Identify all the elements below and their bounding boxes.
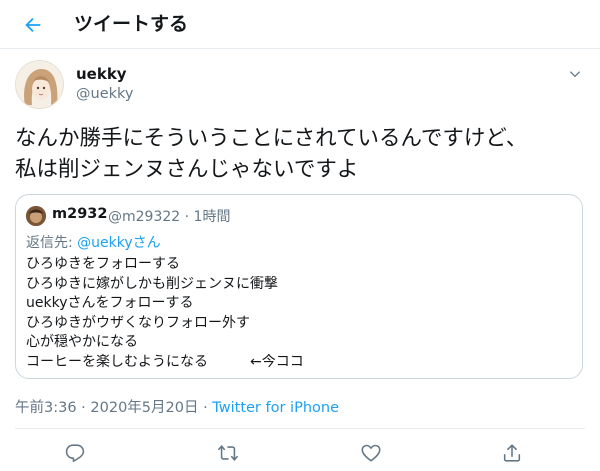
reply-icon — [65, 444, 85, 463]
tweet-text-line: なんか勝手にそういうことにされているんですけど、 — [15, 126, 528, 151]
heart-icon — [361, 444, 381, 462]
author-handle[interactable]: @uekky — [76, 86, 133, 102]
quoted-author-avatar — [26, 206, 46, 226]
share-button[interactable] — [498, 441, 526, 465]
quoted-tweet[interactable]: m2932 @m29322 · 1時間 返信先: @uekkyさん ひろゆきをフ… — [15, 194, 583, 379]
quoted-reply-context: 返信先: @uekkyさん — [26, 232, 161, 252]
author-avatar[interactable] — [15, 60, 64, 109]
quoted-text-line: ひろゆきがウザくなりフォロー外す — [26, 314, 250, 331]
avatar-illustration — [16, 61, 63, 108]
header-bar: ツイートする — [0, 0, 600, 49]
retweet-button[interactable] — [214, 441, 242, 465]
quoted-avatar-image — [26, 206, 46, 226]
quoted-tweet-meta: @m29322 · 1時間 — [108, 206, 230, 226]
arrow-left-icon — [25, 17, 41, 33]
quoted-text-line: コーヒーを楽しむようになる ←今ココ — [26, 353, 304, 370]
tweet-source-link[interactable]: Twitter for iPhone — [212, 400, 339, 416]
quoted-text-line: ひろゆきをフォローする — [26, 256, 180, 272]
tweet-timestamp[interactable]: 午前3:36 · 2020年5月20日 · — [15, 400, 212, 416]
author-display-name[interactable]: uekky — [76, 65, 127, 83]
tweet-menu-button[interactable] — [565, 64, 585, 84]
quoted-time-ago: 1時間 — [193, 209, 231, 225]
tweet-timestamp-row: 午前3:36 · 2020年5月20日 · Twitter for iPhone — [15, 396, 339, 417]
like-button[interactable] — [357, 441, 385, 465]
quoted-text-line: 心が穏やかになる — [26, 334, 138, 350]
tweet-text-line: 私は削ジェンヌさんじゃないですよ — [15, 157, 359, 182]
quoted-tweet-text: ひろゆきをフォローする ひろゆきに嫁がしかも削ジェンヌに衝撃 uekkyさんをフ… — [26, 255, 304, 372]
page-title: ツイートする — [74, 13, 189, 35]
meta-separator: · — [184, 209, 190, 225]
quoted-text-line: uekkyさんをフォローする — [26, 295, 194, 311]
share-icon — [503, 444, 521, 462]
retweet-icon — [218, 445, 238, 461]
quoted-author-display-name: m2932 — [52, 206, 108, 222]
reply-button[interactable] — [61, 441, 89, 465]
tweet-text: なんか勝手にそういうことにされているんですけど、 私は削ジェンヌさんじゃないです… — [15, 123, 590, 185]
reply-mention: @uekkyさん — [77, 235, 161, 251]
actions-divider — [15, 428, 585, 429]
quoted-text-line: ひろゆきに嫁がしかも削ジェンヌに衝撃 — [26, 275, 278, 292]
quoted-author-handle: @m29322 — [108, 209, 181, 225]
reply-prefix: 返信先: — [26, 235, 78, 251]
chevron-down-icon — [569, 71, 581, 78]
back-button[interactable] — [18, 10, 48, 40]
